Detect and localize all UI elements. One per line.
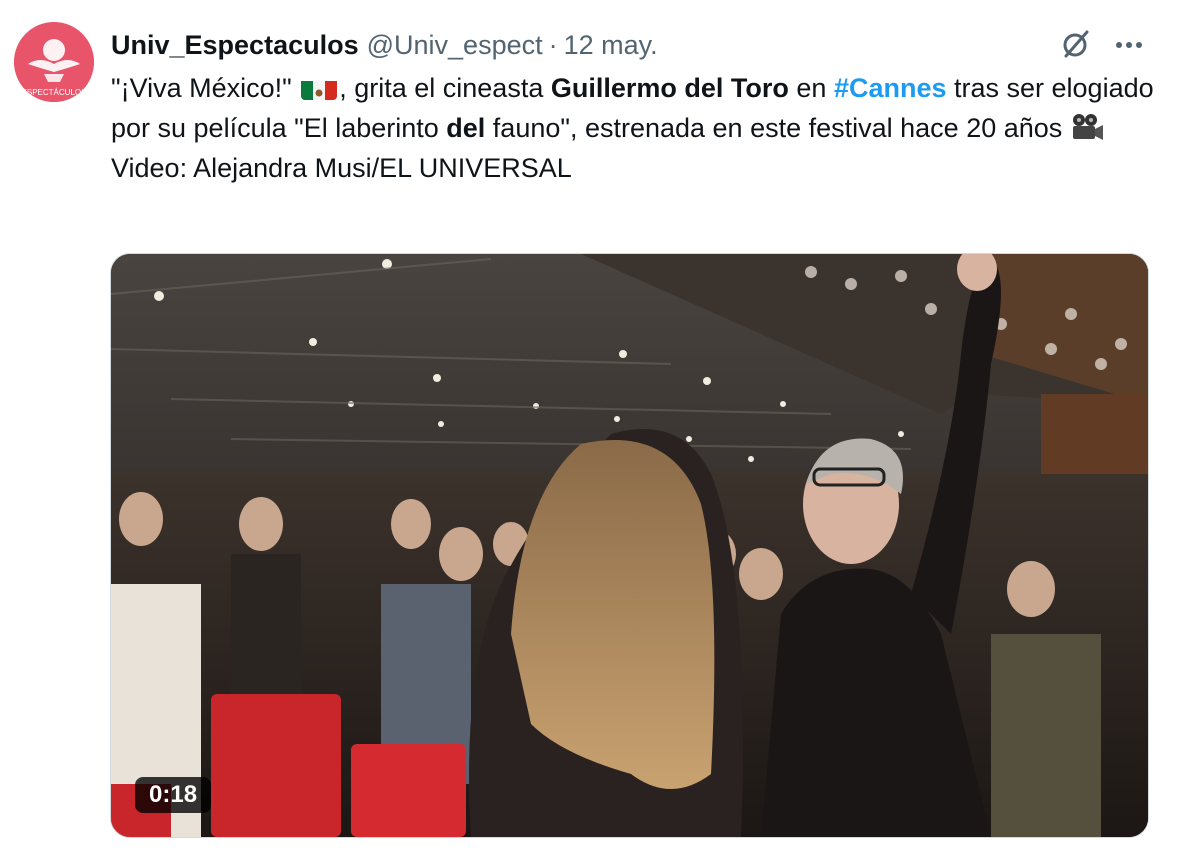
video-duration-badge: 0:18 — [135, 777, 212, 813]
tweet-date[interactable]: 12 may. — [564, 30, 658, 61]
video-thumbnail — [111, 254, 1148, 837]
movie-camera-icon — [1072, 114, 1103, 140]
tweet-text-part: fauno", estrenada en este festival hace … — [485, 113, 1070, 143]
tweet-text-part: en — [788, 73, 834, 103]
author-handle[interactable]: @Univ_espect — [367, 30, 543, 61]
video-credit: Video: Alejandra Musi/EL UNIVERSAL — [111, 153, 572, 183]
header-separator: · — [548, 29, 558, 60]
univ-espectaculos-logo-icon: ESPECTÁCULOS — [14, 22, 94, 102]
more-options-icon[interactable] — [1111, 26, 1147, 62]
tweet-bold-name: Guillermo del Toro — [550, 73, 789, 103]
hashtag-link[interactable]: #Cannes — [834, 73, 947, 103]
avatar-logo-text: ESPECTÁCULOS — [22, 88, 87, 97]
tweet-text: "¡Viva México!" , grita el cineasta Guil… — [111, 68, 1161, 188]
tweet-bold-word: del — [446, 113, 486, 143]
tweet-text-part: , grita el cineasta — [339, 73, 551, 103]
video-player[interactable]: 0:18 — [110, 253, 1149, 838]
grok-icon[interactable] — [1058, 26, 1094, 62]
tweet-header: Univ_Espectaculos @Univ_espect · 12 may. — [111, 26, 1160, 64]
author-avatar[interactable]: ESPECTÁCULOS — [14, 22, 94, 102]
mexico-flag-icon — [301, 76, 338, 100]
tweet-card[interactable]: ESPECTÁCULOS Univ_Espectaculos @Univ_esp… — [0, 0, 1200, 868]
tweet-text-part: "¡Viva México!" — [111, 73, 300, 103]
author-display-name[interactable]: Univ_Espectaculos — [111, 30, 359, 61]
